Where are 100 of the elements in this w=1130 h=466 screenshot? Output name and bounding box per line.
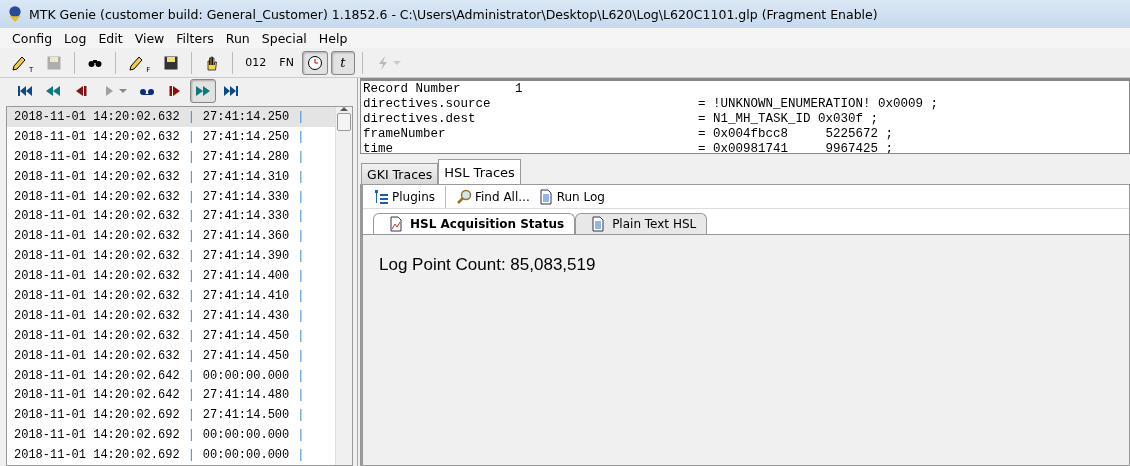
toolbar-button[interactable]: Find All... bbox=[454, 188, 532, 205]
menu-item[interactable]: View bbox=[128, 30, 171, 46]
log-cell: 27:41:14.500 bbox=[202, 408, 290, 423]
rewind-icon bbox=[45, 83, 61, 99]
column-separator: | bbox=[187, 269, 195, 284]
column-separator: | bbox=[187, 368, 195, 383]
log-cell: 2018-11-01 14:20:02.692 bbox=[14, 408, 180, 423]
app-logo-icon bbox=[6, 5, 24, 23]
chart-document-icon bbox=[388, 216, 404, 232]
log-cell: 27:41:14.250 bbox=[202, 109, 290, 124]
column-separator: | bbox=[187, 209, 195, 224]
tab[interactable]: HSL Traces bbox=[438, 159, 521, 184]
log-cell: 27:41:14.390 bbox=[202, 249, 290, 264]
menu-item[interactable]: Special bbox=[255, 30, 313, 46]
column-separator: | bbox=[297, 209, 305, 224]
column-separator: | bbox=[187, 129, 195, 144]
menu-item[interactable]: Help bbox=[312, 30, 354, 46]
tree-icon bbox=[373, 188, 389, 205]
column-separator: | bbox=[187, 328, 195, 343]
log-cell: 2018-11-01 14:20:02.642 bbox=[14, 368, 180, 383]
log-cell: 27:41:14.450 bbox=[202, 328, 290, 343]
column-separator: | bbox=[187, 249, 195, 264]
column-separator: | bbox=[187, 109, 195, 124]
tab[interactable]: Plain Text HSL bbox=[575, 213, 708, 234]
log-cell: 27:41:14.310 bbox=[202, 169, 290, 184]
log-cell: 2018-11-01 14:20:02.632 bbox=[14, 328, 180, 343]
scroll-thumb[interactable] bbox=[337, 113, 351, 131]
column-separator: | bbox=[187, 308, 195, 323]
column-separator: | bbox=[297, 428, 305, 443]
column-separator: | bbox=[187, 288, 195, 303]
tab[interactable]: GKI Traces bbox=[361, 163, 439, 184]
log-cell: 27:41:14.250 bbox=[202, 129, 290, 144]
log-cell: 2018-11-01 14:20:02.632 bbox=[14, 109, 180, 124]
log-cell: 2018-11-01 14:20:02.692 bbox=[14, 448, 180, 463]
column-separator: | bbox=[187, 229, 195, 244]
column-separator: | bbox=[187, 428, 195, 443]
column-separator: | bbox=[297, 348, 305, 363]
field-name: directives.dest bbox=[363, 112, 477, 127]
column-separator: | bbox=[297, 229, 305, 244]
log-cell: 27:41:14.480 bbox=[202, 388, 290, 403]
log-row[interactable]: 2018-11-01 14:20:02.632 | 27:41:14.250 | bbox=[7, 107, 335, 127]
scrollbar[interactable] bbox=[335, 107, 352, 465]
menu-item[interactable]: Filters bbox=[170, 30, 220, 46]
toolbar-button[interactable]: Run Log bbox=[535, 188, 607, 205]
column-separator: | bbox=[297, 308, 305, 323]
document-icon bbox=[537, 188, 554, 205]
caret-icon bbox=[392, 60, 401, 65]
column-separator: | bbox=[297, 189, 305, 204]
toolbar-button[interactable]: FN bbox=[274, 50, 299, 75]
log-cell: 2018-11-01 14:20:02.632 bbox=[14, 308, 180, 323]
caret-icon bbox=[119, 89, 127, 93]
field-name: directives.source bbox=[363, 97, 492, 112]
log-cell: 2018-11-01 14:20:02.632 bbox=[14, 229, 180, 244]
column-separator: | bbox=[297, 408, 305, 423]
log-cell: 27:41:14.450 bbox=[202, 348, 290, 363]
menu-item[interactable]: Edit bbox=[92, 30, 129, 46]
log-cell: 2018-11-01 14:20:02.642 bbox=[14, 388, 180, 403]
log-cell: 27:41:14.330 bbox=[202, 209, 290, 224]
field-name: Record Number bbox=[363, 82, 462, 97]
column-separator: | bbox=[187, 149, 195, 164]
log-cell: 27:41:14.330 bbox=[202, 189, 290, 204]
column-separator: | bbox=[187, 169, 195, 184]
toolbar-button[interactable]: 012 bbox=[240, 50, 272, 75]
column-separator: | bbox=[297, 129, 305, 144]
column-separator: | bbox=[297, 448, 305, 463]
log-cell: 27:41:14.360 bbox=[202, 229, 290, 244]
menu-item[interactable]: Config bbox=[6, 30, 59, 46]
log-cell: 2018-11-01 14:20:02.632 bbox=[14, 189, 180, 204]
tab[interactable]: HSL Acquisition Status bbox=[373, 213, 576, 234]
toolbar-button[interactable]: Plugins bbox=[371, 188, 437, 205]
skip-to-end-icon bbox=[223, 83, 239, 99]
log-point-count: Log Point Count: 85,083,519 bbox=[379, 255, 596, 274]
log-cell: 00:00:00.000 bbox=[202, 428, 290, 443]
column-separator: | bbox=[297, 288, 305, 303]
log-cell: 00:00:00.000 bbox=[202, 448, 290, 463]
column-separator: | bbox=[187, 408, 195, 423]
log-cell: 27:41:14.280 bbox=[202, 149, 290, 164]
log-cell: 27:41:14.410 bbox=[202, 288, 290, 303]
column-separator: | bbox=[297, 328, 305, 343]
log-cell: 27:41:14.430 bbox=[202, 308, 290, 323]
log-cell: 00:00:00.000 bbox=[202, 368, 290, 383]
column-separator: | bbox=[187, 448, 195, 463]
pencil-icon bbox=[128, 54, 145, 71]
magnifier-icon bbox=[456, 188, 472, 205]
field-value: = N1_MH_TASK_ID 0x030f ; bbox=[698, 112, 879, 127]
scroll-up-icon bbox=[340, 107, 348, 111]
column-separator: | bbox=[297, 368, 305, 383]
menu-item[interactable]: Run bbox=[219, 30, 256, 46]
log-cell: 2018-11-01 14:20:02.632 bbox=[14, 249, 180, 264]
field-name: frameNumber bbox=[363, 127, 447, 142]
column-separator: | bbox=[187, 348, 195, 363]
column-separator: | bbox=[297, 249, 305, 264]
toolbar-button[interactable]: t bbox=[330, 50, 355, 75]
field-value: = 0x004fbcc8 5225672 ; bbox=[698, 127, 894, 142]
menu-item[interactable]: Log bbox=[58, 30, 93, 46]
field-value: 1 bbox=[515, 82, 523, 97]
log-cell: 2018-11-01 14:20:02.632 bbox=[14, 129, 180, 144]
pencil-icon bbox=[11, 54, 27, 71]
log-cell: 2018-11-01 14:20:02.692 bbox=[14, 428, 180, 443]
toolbar-button[interactable] bbox=[301, 50, 328, 75]
